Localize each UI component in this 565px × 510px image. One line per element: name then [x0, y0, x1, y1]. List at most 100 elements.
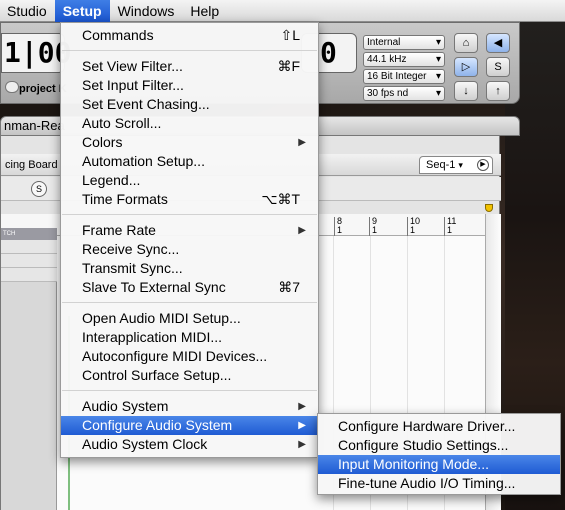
menu-item-label: Auto Scroll...: [82, 115, 162, 131]
s-label: S: [494, 61, 502, 73]
menu-item-commands[interactable]: Commands ⇧L: [61, 26, 318, 45]
submenu-arrow-icon: ▶: [298, 225, 306, 236]
menu-item-label: Interapplication MIDI...: [82, 329, 223, 345]
menu-item-label: Receive Sync...: [82, 241, 180, 257]
project-toggle[interactable]: [5, 81, 19, 93]
menu-shortcut: ⌘F: [277, 58, 300, 74]
menu-item-colors[interactable]: Colors ▶: [61, 133, 318, 152]
menu-item-set-input-filter[interactable]: Set Input Filter...: [61, 76, 318, 95]
track-list-header: TCH: [1, 228, 57, 240]
menu-item-auto-scroll[interactable]: Auto Scroll...: [61, 114, 318, 133]
menu-separator: [61, 385, 318, 397]
menu-item-automation-setup[interactable]: Automation Setup...: [61, 152, 318, 171]
metronome-button[interactable]: ⌂: [454, 33, 478, 53]
play-icon: ▷: [461, 61, 471, 73]
play-select-button[interactable]: ▷: [454, 57, 478, 77]
menu-item-label: Automation Setup...: [82, 153, 205, 169]
submenu-item-input-monitoring-mode[interactable]: Input Monitoring Mode...: [318, 455, 560, 474]
menu-item-label: Open Audio MIDI Setup...: [82, 310, 241, 326]
menu-item-label: Autoconfigure MIDI Devices...: [82, 348, 268, 364]
menu-item-label: Frame Rate: [82, 222, 156, 238]
menu-separator: [61, 297, 318, 309]
sync-source-select[interactable]: Internal: [363, 35, 445, 50]
setup-menu: Commands ⇧L Set View Filter... ⌘F Set Input …: [60, 22, 319, 458]
menu-item-transmit-sync[interactable]: Transmit Sync...: [61, 259, 318, 278]
up-button[interactable]: ↑: [486, 81, 510, 101]
ruler-mark: 10 1: [407, 217, 420, 236]
menu-item-legend[interactable]: Legend...: [61, 171, 318, 190]
menu-separator: [61, 45, 318, 57]
track-row[interactable]: [1, 254, 57, 268]
menu-item-receive-sync[interactable]: Receive Sync...: [61, 240, 318, 259]
submenu-item-fine-tune-audio-i-o-timing[interactable]: Fine-tune Audio I/O Timing...: [318, 474, 560, 493]
menu-item-label: Legend...: [82, 172, 141, 188]
menu-item-frame-rate[interactable]: Frame Rate ▶: [61, 221, 318, 240]
solo-button[interactable]: S: [31, 181, 47, 197]
menu-item-configure-audio-system[interactable]: Configure Audio System ▶: [61, 416, 318, 435]
menu-item-label: Configure Audio System: [82, 417, 233, 433]
menu-item-label: Set View Filter...: [82, 58, 183, 74]
track-row[interactable]: [1, 240, 57, 254]
down-button[interactable]: ↓: [454, 81, 478, 101]
menu-item-label: Audio System: [82, 398, 169, 414]
menu-item-audio-system-clock[interactable]: Audio System Clock ▶: [61, 435, 318, 454]
menu-shortcut: ⌘7: [278, 279, 300, 295]
submenu-item-configure-hardware-driver[interactable]: Configure Hardware Driver...: [318, 417, 560, 436]
ruler-mark: 11 1: [444, 217, 456, 236]
submenu-arrow-icon: ▶: [298, 439, 306, 450]
track-row[interactable]: [1, 268, 57, 282]
seq-tab-label: Seq-1: [426, 159, 456, 171]
menu-item-time-formats[interactable]: Time Formats ⌥⌘T: [61, 190, 318, 209]
track-list: TCH: [1, 228, 57, 510]
menu-item-label: Control Surface Setup...: [82, 367, 232, 383]
menu-item-open-audio-midi-setup[interactable]: Open Audio MIDI Setup...: [61, 309, 318, 328]
speaker-button[interactable]: ◀: [486, 33, 510, 53]
ruler-mark: 81: [334, 217, 342, 236]
configure-audio-system-submenu: Configure Hardware Driver... Configure St…: [317, 413, 561, 495]
menu-item-label: Input Monitoring Mode...: [338, 456, 489, 472]
main-counter[interactable]: 1|00: [1, 33, 71, 73]
menu-item-label: Audio System Clock: [82, 436, 208, 452]
menu-item-label: Configure Hardware Driver...: [338, 418, 516, 434]
menu-shortcut: ⌥⌘T: [261, 191, 300, 207]
arrow-down-icon: ↓: [463, 85, 469, 97]
menu-studio[interactable]: Studio: [0, 0, 55, 22]
menu-item-audio-system[interactable]: Audio System ▶: [61, 397, 318, 416]
ruler-mark: 91: [369, 217, 377, 236]
menu-setup[interactable]: Setup: [54, 0, 110, 22]
tab-seq-1[interactable]: Seq-1 ▾ ▶: [419, 156, 493, 174]
menu-help[interactable]: Help: [182, 0, 227, 22]
menu-shortcut: ⇧L: [280, 27, 300, 43]
bit-depth-select[interactable]: 16 Bit Integer: [363, 69, 445, 84]
sample-rate-select[interactable]: 44.1 kHz: [363, 52, 445, 67]
menu-item-interapplication-midi[interactable]: Interapplication MIDI...: [61, 328, 318, 347]
menu-separator: [61, 209, 318, 221]
tab-tracking-board[interactable]: cing Board: [1, 156, 58, 174]
submenu-arrow-icon: ▶: [298, 420, 306, 431]
menu-item-autoconfigure-midi-devices[interactable]: Autoconfigure MIDI Devices...: [61, 347, 318, 366]
menu-item-label: Transmit Sync...: [82, 260, 183, 276]
menu-item-label: Set Event Chasing...: [82, 96, 210, 112]
submenu-arrow-icon: ▶: [298, 137, 306, 148]
menu-item-label: Slave To External Sync: [82, 279, 226, 295]
submenu-item-configure-studio-settings[interactable]: Configure Studio Settings...: [318, 436, 560, 455]
menu-item-set-view-filter[interactable]: Set View Filter... ⌘F: [61, 57, 318, 76]
menu-item-set-event-chasing[interactable]: Set Event Chasing...: [61, 95, 318, 114]
arrow-up-icon: ↑: [495, 85, 501, 97]
menu-item-label: Commands: [82, 27, 154, 43]
metronome-icon: ⌂: [462, 37, 470, 49]
menu-item-control-surface-setup[interactable]: Control Surface Setup...: [61, 366, 318, 385]
chevron-down-icon: ▾: [458, 160, 463, 170]
menu-item-slave-to-external-sync[interactable]: Slave To External Sync ⌘7: [61, 278, 318, 297]
submenu-arrow-icon: ▶: [298, 401, 306, 412]
menu-bar: Studio Setup Windows Help: [0, 0, 565, 22]
menu-windows[interactable]: Windows: [110, 0, 183, 22]
playhead-marker[interactable]: [485, 204, 493, 212]
s-button[interactable]: S: [486, 57, 510, 77]
menu-item-label: Fine-tune Audio I/O Timing...: [338, 475, 516, 491]
menu-item-label: Time Formats: [82, 191, 168, 207]
menu-item-label: Configure Studio Settings...: [338, 437, 509, 453]
menu-item-label: Set Input Filter...: [82, 77, 184, 93]
frame-rate-select[interactable]: 30 fps nd: [363, 86, 445, 101]
play-circle-icon[interactable]: ▶: [477, 159, 489, 171]
